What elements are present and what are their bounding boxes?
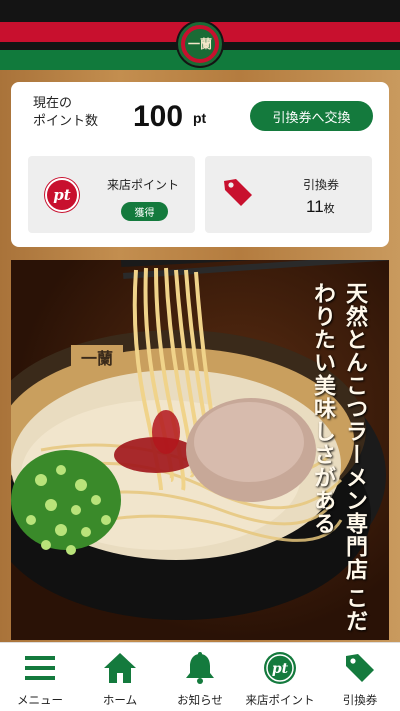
brand-logo: 一蘭 xyxy=(178,22,222,66)
svg-text:pt: pt xyxy=(272,661,289,677)
tag-icon xyxy=(224,179,252,206)
nav-label-coupon: 引換券 xyxy=(342,693,378,707)
brand-logo-text: 一蘭 xyxy=(185,29,215,59)
nav-item-notice[interactable]: お知らせ xyxy=(160,643,240,711)
nav-item-coupon[interactable]: 引換券 xyxy=(320,643,400,711)
header: 一蘭 xyxy=(0,0,400,70)
current-points-label-line2: ポイント数 xyxy=(33,114,99,129)
pt-icon: pt xyxy=(264,652,296,684)
visit-points-box[interactable]: pt 来店ポイント 獲得 xyxy=(28,156,195,233)
current-points-value: 100 xyxy=(133,100,184,133)
points-card: 現在の ポイント数 100 pt 引換券へ交換 pt 来店ポイント 獲得 引換券… xyxy=(11,82,389,247)
bell-icon xyxy=(186,652,214,684)
coupon-count-value: 11 xyxy=(306,197,324,216)
nav-item-home[interactable]: ホーム xyxy=(80,643,160,711)
current-points-label-line1: 現在の xyxy=(33,96,73,111)
ramen-banner[interactable]: 一蘭 天然とんこつラーメン専門店 こだわりたい美味しさがある xyxy=(11,260,389,640)
pt-icon: pt xyxy=(45,178,79,212)
nav-label-home: ホーム xyxy=(102,693,138,707)
bottom-nav: メニュー ホーム お知らせ pt 来店ポイント 引換券 xyxy=(0,642,400,711)
get-points-button[interactable]: 獲得 xyxy=(121,202,168,221)
menu-icon xyxy=(25,656,55,680)
nav-label-menu: メニュー xyxy=(17,693,63,707)
header-stripe-black xyxy=(0,0,400,22)
current-points-label: 現在の ポイント数 xyxy=(33,95,98,131)
nav-item-menu[interactable]: メニュー xyxy=(0,643,80,711)
exchange-coupon-button[interactable]: 引換券へ交換 xyxy=(250,101,373,131)
current-points-unit: pt xyxy=(193,110,207,126)
coupon-count-unit: 枚 xyxy=(323,202,335,215)
visit-points-label: 来店ポイント xyxy=(107,178,180,192)
home-icon xyxy=(104,653,136,683)
banner-line1: 天然とんこつラーメン専門店 xyxy=(342,282,368,581)
coupon-box[interactable]: 引換券 11枚 xyxy=(205,156,372,233)
nav-label-visit-points: 来店ポイント xyxy=(245,693,315,707)
bowl-logo-text: 一蘭 xyxy=(81,349,113,368)
nav-label-notice: お知らせ xyxy=(177,693,223,707)
coupon-label: 引換券 xyxy=(303,178,340,192)
tag-icon xyxy=(346,654,374,682)
coupon-count: 11枚 xyxy=(306,197,335,217)
nav-item-visit-points[interactable]: pt 来店ポイント xyxy=(240,643,320,711)
banner-text: 天然とんこつラーメン専門店 こだわりたい美味しさがある xyxy=(307,282,371,640)
